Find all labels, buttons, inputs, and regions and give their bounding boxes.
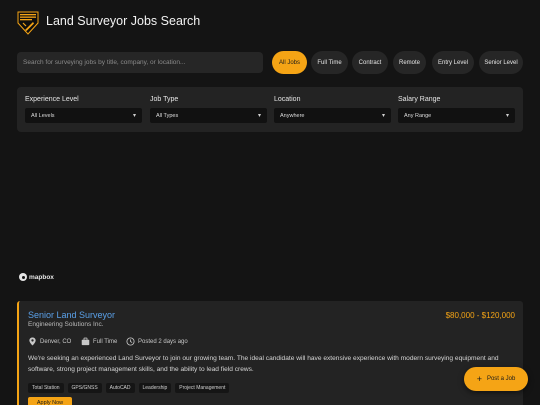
filter-experience-level: Experience Level All Levels ▾ — [25, 96, 142, 123]
app-header: Land Surveyor Jobs Search — [0, 0, 540, 46]
job-type-text: Full Time — [93, 338, 118, 345]
surveyor-logo-icon — [17, 11, 39, 35]
job-posted: Posted 2 days ago — [126, 337, 188, 346]
posted-text: Posted 2 days ago — [138, 338, 188, 345]
salary-range-select[interactable]: Any Range ▾ — [398, 108, 515, 123]
job-map[interactable]: mapbox — [0, 140, 540, 290]
mapbox-attribution[interactable]: mapbox — [19, 273, 54, 281]
experience-level-select[interactable]: All Levels ▾ — [25, 108, 142, 123]
page-title: Land Surveyor Jobs Search — [46, 14, 201, 28]
select-value: All Levels — [31, 112, 55, 119]
select-value: Any Range — [404, 112, 432, 119]
job-description: We're seeking an experienced Land Survey… — [28, 355, 499, 373]
skill-tag: AutoCAD — [105, 383, 135, 393]
job-title-link[interactable]: Senior Land Surveyor — [28, 310, 115, 320]
post-job-button[interactable]: + Post a Job — [464, 367, 528, 391]
job-card: Senior Land Surveyor Engineering Solutio… — [17, 301, 523, 405]
filter-label: Job Type — [150, 96, 179, 103]
filter-salary-range: Salary Range Any Range ▾ — [398, 96, 515, 123]
filters-panel: Experience Level All Levels ▾ Job Type A… — [17, 87, 523, 132]
filter-job-type: Job Type All Types ▾ — [150, 96, 267, 123]
search-input[interactable] — [17, 52, 263, 73]
filter-label: Location — [274, 96, 301, 103]
clock-icon — [126, 337, 135, 346]
location-text: Denver, CO — [40, 338, 72, 345]
job-location: Denver, CO — [28, 337, 71, 346]
chevron-down-icon: ▾ — [505, 113, 509, 119]
location-select[interactable]: Anywhere ▾ — [274, 108, 391, 123]
post-job-label: Post a Job — [486, 376, 516, 382]
job-type: Full Time — [81, 337, 117, 346]
select-value: All Types — [156, 112, 179, 119]
chevron-down-icon: ▾ — [257, 113, 261, 119]
skill-tag: Total Station — [28, 383, 64, 393]
briefcase-icon — [81, 337, 90, 346]
skill-tag: GPS/GNSS — [67, 383, 102, 393]
chevron-down-icon: ▾ — [381, 113, 385, 119]
chip-full-time[interactable]: Full Time — [311, 51, 348, 74]
apply-now-button[interactable]: Apply Now — [28, 397, 72, 405]
filter-label: Salary Range — [398, 96, 441, 103]
select-value: Anywhere — [280, 112, 305, 119]
chip-entry-level[interactable]: Entry Level — [432, 51, 474, 74]
filter-location: Location Anywhere ▾ — [274, 96, 391, 123]
company-name: Engineering Solutions Inc. — [28, 321, 104, 328]
mapbox-logo-icon — [19, 273, 27, 281]
job-type-select[interactable]: All Types ▾ — [150, 108, 267, 123]
salary-range: $80,000 - $120,000 — [445, 311, 515, 320]
skill-tag: Leadership — [138, 383, 172, 393]
chip-senior-level[interactable]: Senior Level — [479, 51, 523, 74]
location-pin-icon — [29, 337, 36, 346]
skill-tags: Total Station GPS/GNSS AutoCAD Leadershi… — [28, 383, 230, 393]
skill-tag: Project Management — [175, 383, 230, 393]
plus-icon: + — [476, 373, 482, 384]
chip-contract[interactable]: Contract — [352, 51, 388, 74]
chip-all-jobs[interactable]: All Jobs — [272, 51, 307, 74]
chevron-down-icon: ▾ — [132, 113, 136, 119]
filter-label: Experience Level — [25, 96, 79, 103]
chip-remote[interactable]: Remote — [393, 51, 426, 74]
mapbox-label: mapbox — [29, 273, 54, 281]
